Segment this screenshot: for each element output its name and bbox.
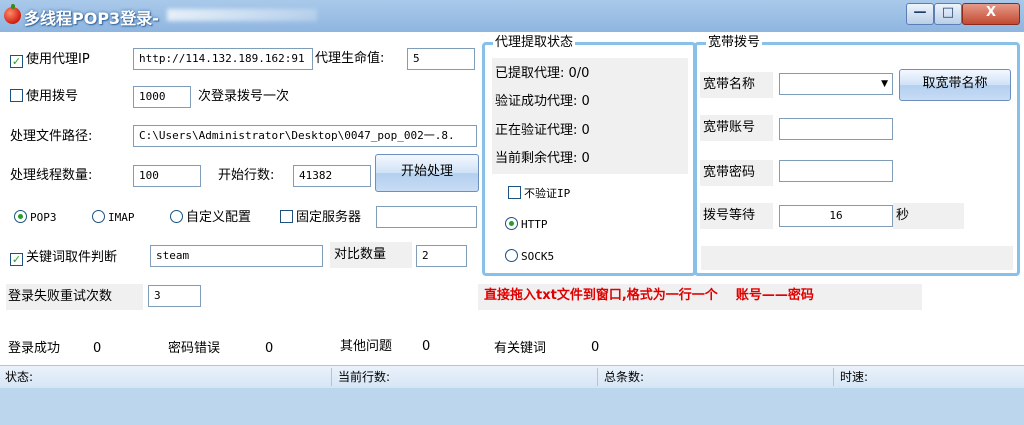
no-verify-ip-label: 不验证IP xyxy=(524,187,571,200)
radio-unselected-icon xyxy=(170,210,183,223)
proxy-url-input[interactable]: http://114.132.189.162:91 xyxy=(133,48,313,70)
title-bar: 多线程POP3登录- — □ X xyxy=(0,0,1024,32)
protocol-pop3-radio[interactable]: POP3 xyxy=(14,208,57,228)
custom-config-label: 自定义配置 xyxy=(186,210,252,225)
status-divider xyxy=(597,368,598,386)
keyword-input[interactable]: steam xyxy=(150,245,323,267)
close-button[interactable]: X xyxy=(962,3,1020,25)
keyword-hit-count: 0 xyxy=(591,340,600,355)
keyword-label: 关键词取件判断 xyxy=(26,250,118,265)
fixed-server-input[interactable] xyxy=(376,206,477,228)
no-verify-ip-checkbox[interactable]: 不验证IP xyxy=(508,184,570,204)
checkbox-checked-icon: ✓ xyxy=(10,253,23,266)
speed-text: 时速: xyxy=(840,370,869,384)
retry-count-label: 登录失败重试次数 xyxy=(6,284,143,310)
socks5-radio[interactable]: SOCK5 xyxy=(505,247,554,267)
main-panel: ✓ 使用代理IP http://114.132.189.162:91 代理生命值:… xyxy=(0,32,1024,365)
password-error-count: 0 xyxy=(265,341,274,356)
checkbox-unchecked-icon xyxy=(10,89,23,102)
dial-count-suffix: 次登录拨号一次 xyxy=(198,89,290,104)
use-proxy-checkbox[interactable]: ✓ 使用代理IP xyxy=(10,50,90,70)
radio-selected-icon xyxy=(505,217,518,230)
keyword-hit-label: 有关键词 xyxy=(494,341,547,356)
use-proxy-label: 使用代理IP xyxy=(26,52,90,67)
keyword-checkbox[interactable]: ✓ 关键词取件判断 xyxy=(10,248,117,268)
app-tomato-icon xyxy=(4,4,21,24)
proxy-lifetime-label: 代理生命值: xyxy=(315,51,385,66)
remaining-proxy-text: 当前剩余代理: 0 xyxy=(495,151,590,166)
checkbox-unchecked-icon xyxy=(280,210,293,223)
verified-proxy-text: 验证成功代理: 0 xyxy=(495,94,590,109)
proxy-lifetime-input[interactable]: 5 xyxy=(407,48,475,70)
dial-wait-input[interactable]: 16 xyxy=(779,205,893,227)
fixed-server-label: 固定服务器 xyxy=(296,210,362,225)
broadband-password-input[interactable] xyxy=(779,160,893,182)
drag-drop-hint: 直接拖入txt文件到窗口,格式为一行一个 账号——密码 xyxy=(484,288,814,303)
file-path-input[interactable]: C:\Users\Administrator\Desktop\0047_pop_… xyxy=(133,125,477,147)
pop3-label: POP3 xyxy=(30,211,57,224)
broadband-name-label: 宽带名称 xyxy=(700,72,773,98)
http-label: HTTP xyxy=(521,218,548,231)
radio-selected-icon xyxy=(14,210,27,223)
protocol-imap-radio[interactable]: IMAP xyxy=(92,208,135,228)
thread-count-input[interactable]: 100 xyxy=(133,165,201,187)
broadband-name-select[interactable]: ▼ xyxy=(779,73,893,95)
extracted-proxy-text: 已提取代理: 0/0 xyxy=(495,66,590,81)
chevron-down-icon: ▼ xyxy=(881,79,888,89)
fetch-broadband-name-button[interactable]: 取宽带名称 xyxy=(899,69,1011,101)
minimize-button[interactable]: — xyxy=(906,3,934,25)
radio-unselected-icon xyxy=(505,249,518,262)
use-dial-checkbox[interactable]: 使用拨号 xyxy=(10,87,78,107)
compare-count-input[interactable]: 2 xyxy=(416,245,467,267)
broadband-legend: 宽带拨号 xyxy=(706,35,763,51)
imap-label: IMAP xyxy=(108,211,135,224)
other-issue-count: 0 xyxy=(422,339,431,354)
other-issue-label: 其他问题 xyxy=(340,339,393,354)
status-bar: 状态: 当前行数: 总条数: 时速: xyxy=(0,365,1024,388)
start-processing-button[interactable]: 开始处理 xyxy=(375,154,479,192)
thread-count-label: 处理线程数量: xyxy=(10,168,93,183)
dial-wait-unit: 秒 xyxy=(893,203,964,229)
status-text: 状态: xyxy=(5,370,34,384)
start-row-input[interactable]: 41382 xyxy=(293,165,371,187)
dial-wait-label: 拨号等待 xyxy=(700,203,773,229)
fixed-server-checkbox[interactable]: 固定服务器 xyxy=(280,208,361,228)
verifying-proxy-text: 正在验证代理: 0 xyxy=(495,123,590,138)
checkbox-unchecked-icon xyxy=(508,186,521,199)
dial-count-input[interactable]: 1000 xyxy=(133,86,191,108)
protocol-custom-radio[interactable]: 自定义配置 xyxy=(170,208,251,228)
broadband-footer-panel xyxy=(701,246,1013,270)
login-success-count: 0 xyxy=(93,341,102,356)
socks5-label: SOCK5 xyxy=(521,250,555,263)
login-success-label: 登录成功 xyxy=(8,341,61,356)
status-divider xyxy=(331,368,332,386)
retry-count-input[interactable]: 3 xyxy=(148,285,201,307)
file-path-label: 处理文件路径: xyxy=(10,129,93,144)
broadband-account-label: 宽带账号 xyxy=(700,115,773,141)
compare-count-label: 对比数量 xyxy=(330,242,412,268)
start-row-label: 开始行数: xyxy=(218,168,275,183)
maximize-button[interactable]: □ xyxy=(934,3,962,25)
radio-unselected-icon xyxy=(92,210,105,223)
use-dial-label: 使用拨号 xyxy=(26,89,79,104)
http-radio[interactable]: HTTP xyxy=(505,215,548,235)
broadband-password-label: 宽带密码 xyxy=(700,160,773,186)
window-title: 多线程POP3登录- xyxy=(24,9,159,28)
title-redacted-blur xyxy=(167,9,317,21)
status-divider xyxy=(833,368,834,386)
proxy-status-legend: 代理提取状态 xyxy=(493,35,576,51)
checkbox-checked-icon: ✓ xyxy=(10,55,23,68)
current-row-text: 当前行数: xyxy=(338,370,391,384)
broadband-account-input[interactable] xyxy=(779,118,893,140)
password-error-label: 密码错误 xyxy=(168,341,221,356)
total-count-text: 总条数: xyxy=(604,370,645,384)
